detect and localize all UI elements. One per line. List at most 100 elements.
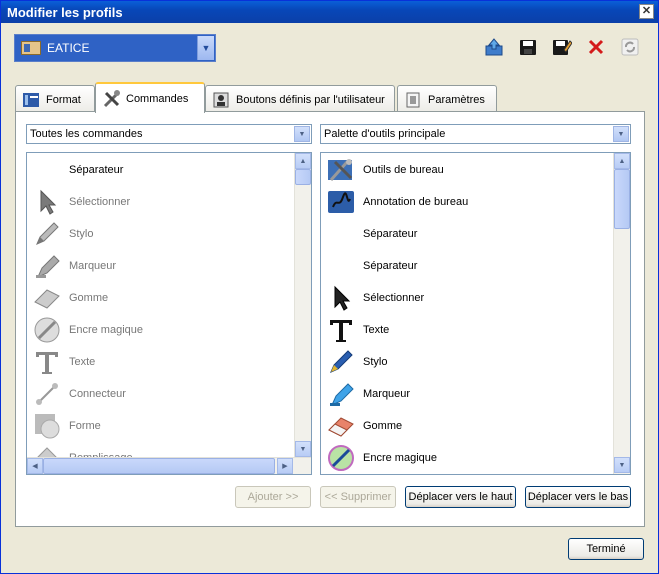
add-command-button[interactable]: Ajouter >> [235,486,311,508]
done-label: Terminé [586,543,626,555]
list-item-label: Gomme [363,420,403,432]
scroll-thumb[interactable] [43,458,275,474]
eraser-icon [32,283,62,313]
pen-icon [32,219,62,249]
list-item[interactable]: Séparateur [321,250,591,282]
profile-dropdown[interactable]: EATICE ▼ [14,34,216,62]
magic-ink-icon [326,443,356,473]
select-arrow-icon [32,187,62,217]
shape-icon [32,411,62,441]
title-bar[interactable]: Modifier les profils ✕ [1,1,658,23]
tab-parametres-label: Paramètres [428,93,485,106]
list-item[interactable]: Texte [27,346,297,378]
list-item-label: Encre magique [69,324,143,336]
connector-icon [32,379,62,409]
scroll-up-button[interactable]: ▲ [295,153,311,169]
list-item[interactable]: Stylo [27,218,297,250]
scroll-thumb[interactable] [614,169,630,229]
scroll-thumb[interactable] [295,169,311,185]
close-icon: ✕ [641,5,652,17]
list-item[interactable]: Outils de bureau [321,154,591,186]
settings-icon [404,91,422,109]
tab-user-buttons-label: Boutons définis par l'utilisateur [236,93,385,106]
text-icon [326,315,356,345]
list-item[interactable]: Gomme [321,410,591,442]
separator-icon [32,155,62,185]
palette-dropdown[interactable]: Palette d'outils principale ▼ [320,124,631,144]
list-item[interactable]: Encre magique [321,442,591,474]
list-item[interactable]: Texte [321,314,591,346]
remove-command-button[interactable]: << Supprimer [320,486,396,508]
dialog-window: Modifier les profils ✕ EATICE ▼ Format C… [0,0,659,574]
list-item[interactable]: Sélectionner [321,282,591,314]
text-icon [32,347,62,377]
vertical-scrollbar[interactable]: ▲ ▼ [294,153,311,458]
list-item-label: Forme [69,420,101,432]
chevron-down-icon[interactable]: ▼ [197,36,214,60]
list-item-label: Séparateur [363,260,418,272]
export-profile-button[interactable] [483,37,505,57]
palette-commands-list[interactable]: Outils de bureau Annotation de bureau Sé… [320,152,631,475]
move-down-button[interactable]: Déplacer vers le bas [525,486,631,508]
tab-commandes-label: Commandes [126,92,189,105]
eraser-icon [326,411,356,441]
refresh-profile-button[interactable] [619,37,641,57]
command-filter-dropdown[interactable]: Toutes les commandes ▼ [26,124,312,144]
scroll-down-button[interactable]: ▼ [295,441,311,457]
scroll-right-button[interactable]: ▶ [277,458,293,474]
list-item-label: Gomme [69,292,109,304]
list-item-label: Encre magique [363,452,437,464]
list-item[interactable]: Connecteur [27,378,297,410]
save-edit-icon [553,40,572,55]
list-item-label: Stylo [363,356,388,368]
list-item[interactable]: Forme [27,410,297,442]
list-item[interactable]: Sélectionner [27,186,297,218]
list-item[interactable]: Marqueur [321,378,591,410]
scroll-down-button[interactable]: ▼ [614,457,630,473]
tab-parametres[interactable]: Paramètres [397,85,497,113]
done-button[interactable]: Terminé [568,538,644,560]
profile-dropdown-value: EATICE [47,41,90,55]
add-command-label: Ajouter >> [247,491,299,503]
scroll-left-button[interactable]: ◀ [27,458,43,474]
list-item[interactable]: Marqueur [27,250,297,282]
edit-profile-button[interactable] [551,37,573,57]
list-item-label: Texte [363,324,390,336]
close-button[interactable]: ✕ [639,4,654,19]
tab-commandes[interactable]: Commandes [95,82,205,113]
profile-card-icon [21,41,41,55]
list-item-label: Texte [69,356,96,368]
list-item[interactable]: Annotation de bureau [321,186,591,218]
list-item[interactable]: Séparateur [27,154,297,186]
export-icon [485,38,503,56]
list-item[interactable]: Séparateur [321,218,591,250]
list-item[interactable]: Stylo [321,346,591,378]
remove-command-label: << Supprimer [324,491,392,503]
marker-icon [32,251,62,281]
list-item[interactable]: Gomme [27,282,297,314]
list-item-label: Marqueur [69,260,117,272]
command-filter-value: Toutes les commandes [30,128,143,140]
chevron-down-icon[interactable]: ▼ [294,126,310,142]
tab-user-buttons[interactable]: Boutons définis par l'utilisateur [205,85,395,113]
list-item-label: Outils de bureau [363,164,444,176]
list-item-label: Sélectionner [363,292,425,304]
tools-icon [102,89,120,108]
list-item-label: Connecteur [69,388,126,400]
horizontal-scrollbar[interactable]: ◀ ▶ [27,457,311,474]
list-item[interactable]: Encre magique [27,314,297,346]
available-commands-list[interactable]: Séparateur Sélectionner Stylo Marqueur G… [26,152,312,475]
list-item-label: Sélectionner [69,196,131,208]
select-arrow-icon [326,283,356,313]
chevron-down-icon[interactable]: ▼ [613,126,629,142]
save-profile-button[interactable] [517,37,539,57]
format-icon [22,91,40,109]
magic-ink-icon [32,315,62,345]
vertical-scrollbar[interactable]: ▲ ▼ [613,153,630,474]
window-title: Modifier les profils [7,5,123,20]
desktop-tools-icon [326,155,356,185]
delete-profile-button[interactable] [585,37,607,57]
scroll-up-button[interactable]: ▲ [614,153,630,169]
move-up-button[interactable]: Déplacer vers le haut [405,486,516,508]
tab-format[interactable]: Format [15,85,95,113]
